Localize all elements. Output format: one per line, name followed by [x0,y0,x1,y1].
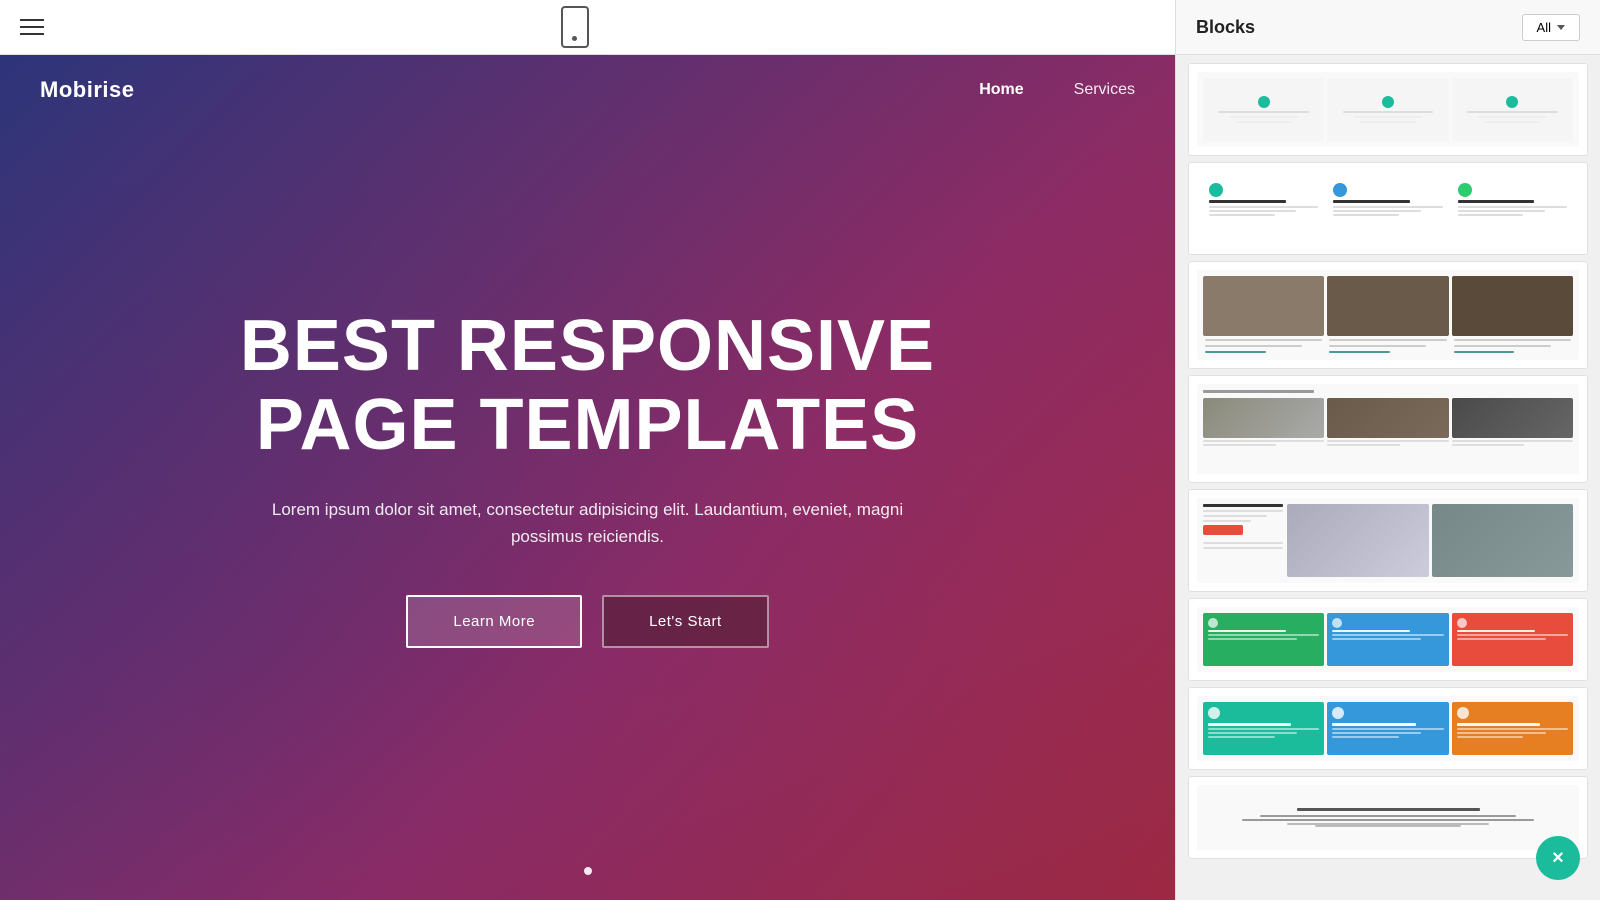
block-preview-7 [1197,696,1579,761]
block-card-4[interactable] [1188,375,1588,483]
block-card-3[interactable] [1188,261,1588,369]
block-card-5[interactable] [1188,489,1588,592]
hero-buttons: Learn More Let's Start [238,595,938,648]
block-preview-6 [1197,607,1579,672]
blocks-panel-header: Blocks All [1176,0,1600,55]
lets-start-button[interactable]: Let's Start [602,595,769,648]
block-preview-8 [1197,785,1579,850]
brand-logo: Mobirise [40,77,134,103]
block-card-7[interactable] [1188,687,1588,770]
hero-content: BEST RESPONSIVE PAGE TEMPLATES Lorem ips… [158,307,1018,648]
blocks-filter-button[interactable]: All [1522,14,1580,41]
dot-1[interactable] [584,867,592,875]
chevron-down-icon [1557,25,1565,30]
learn-more-button[interactable]: Learn More [406,595,582,648]
hero-title: BEST RESPONSIVE PAGE TEMPLATES [238,307,938,465]
block-card-2[interactable] [1188,162,1588,255]
blocks-panel: Blocks All [1175,0,1600,900]
device-preview-icon[interactable] [561,6,589,48]
block-preview-2 [1197,171,1579,246]
block-card-6[interactable] [1188,598,1588,681]
preview-canvas: Mobirise Home Services BEST RESPONSIVE P… [0,55,1175,900]
hero-section: Mobirise Home Services BEST RESPONSIVE P… [0,55,1175,900]
block-preview-3 [1197,270,1579,360]
close-panel-button[interactable]: × [1536,836,1580,880]
blocks-list [1176,55,1600,900]
top-toolbar [0,0,1175,55]
block-preview-1 [1197,72,1579,147]
hamburger-menu-button[interactable] [20,19,44,35]
nav-link-home[interactable]: Home [979,81,1023,99]
filter-label: All [1537,20,1551,35]
hero-navbar: Mobirise Home Services [0,55,1175,125]
block-card-8[interactable] [1188,776,1588,859]
blocks-panel-title: Blocks [1196,17,1255,38]
block-card-1[interactable] [1188,63,1588,156]
carousel-dots [584,867,592,875]
nav-links: Home Services [979,81,1135,99]
block-preview-4 [1197,384,1579,474]
editor-area: Mobirise Home Services BEST RESPONSIVE P… [0,0,1175,900]
hero-subtitle: Lorem ipsum dolor sit amet, consectetur … [238,496,938,550]
nav-link-services[interactable]: Services [1074,81,1135,99]
block-preview-5 [1197,498,1579,583]
